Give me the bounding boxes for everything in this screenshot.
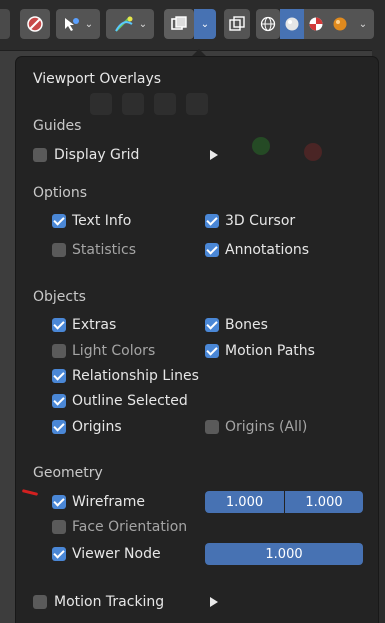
chevron-down-icon: ⌄ [138, 18, 148, 30]
face-orientation-label: Face Orientation [72, 519, 188, 535]
xray-icon [229, 16, 245, 31]
face-orientation-checkbox[interactable] [52, 520, 66, 534]
motion-tracking-label: Motion Tracking [54, 594, 165, 610]
section-guides: Guides [33, 118, 82, 134]
outline-selected-checkbox[interactable] [52, 394, 66, 408]
wireframe-threshold-field[interactable]: 1.000 [205, 491, 284, 513]
gizmo-dropdown[interactable]: ⌄ [106, 9, 154, 39]
section-objects: Objects [33, 289, 86, 305]
text-info-checkbox[interactable] [52, 214, 66, 228]
bones-label: Bones [225, 317, 268, 333]
gizmo-icon [114, 16, 133, 32]
xray-toggle[interactable] [224, 9, 250, 39]
outline-selected-label: Outline Selected [72, 393, 188, 409]
overlays-icon [171, 16, 187, 30]
wireframe-opacity-field[interactable]: 1.000 [285, 491, 363, 513]
display-grid-checkbox[interactable] [33, 148, 47, 162]
ghost-camera-icon [122, 93, 144, 115]
viewport-overlays-popover: Viewport Overlays Guides Display Grid Op… [16, 57, 378, 623]
annotations-checkbox[interactable] [205, 243, 219, 257]
select-tool-icon [64, 18, 79, 31]
viewport-header: ⌄ ⌄ ⌄ ⌄ [0, 0, 385, 51]
popover-title: Viewport Overlays [33, 71, 162, 87]
select-tool-dropdown[interactable]: ⌄ [56, 9, 100, 39]
expand-arrow-icon[interactable] [210, 150, 218, 160]
shading-solid-icon [285, 17, 299, 31]
ghost-hand-icon [154, 93, 176, 115]
shading-rendered-button[interactable] [328, 9, 352, 39]
wireframe-label: Wireframe [72, 494, 146, 510]
motion-tracking-checkbox[interactable] [33, 595, 47, 609]
stop-icon [27, 16, 43, 32]
light-colors-label: Light Colors [72, 343, 156, 359]
motion-paths-checkbox[interactable] [205, 344, 219, 358]
section-geometry: Geometry [33, 465, 103, 481]
relationship-lines-checkbox[interactable] [52, 369, 66, 383]
viewer-node-opacity-field[interactable]: 1.000 [205, 543, 363, 565]
annotations-label: Annotations [225, 242, 310, 258]
section-options: Options [33, 185, 88, 201]
origins-all-label: Origins (All) [225, 419, 308, 435]
shading-wireframe-button[interactable] [256, 9, 280, 39]
shading-rendered-icon [333, 17, 347, 31]
origins-all-checkbox[interactable] [205, 420, 219, 434]
overlays-dropdown[interactable]: ⌄ [194, 9, 216, 39]
display-grid-label: Display Grid [54, 147, 140, 163]
stop-button[interactable] [20, 9, 50, 39]
shading-material-icon [309, 17, 323, 31]
shading-solid-button[interactable] [280, 9, 304, 39]
expand-arrow-icon[interactable] [210, 597, 218, 607]
relationship-lines-label: Relationship Lines [72, 368, 199, 384]
light-colors-checkbox[interactable] [52, 344, 66, 358]
3d-cursor-label: 3D Cursor [225, 213, 296, 229]
motion-paths-label: Motion Paths [225, 343, 315, 359]
header-edge-button[interactable] [0, 9, 10, 39]
chevron-down-icon: ⌄ [84, 18, 94, 30]
ghost-gizmo-x [304, 143, 322, 161]
ghost-grid-icon [90, 93, 112, 115]
3d-cursor-checkbox[interactable] [205, 214, 219, 228]
ghost-gizmo-y [252, 137, 270, 155]
statistics-label: Statistics [72, 242, 136, 258]
ghost-zoom-icon [186, 93, 208, 115]
statistics-checkbox[interactable] [52, 243, 66, 257]
origins-label: Origins [72, 419, 122, 435]
shading-material-button[interactable] [304, 9, 328, 39]
extras-checkbox[interactable] [52, 318, 66, 332]
text-info-label: Text Info [72, 213, 132, 229]
viewer-node-checkbox[interactable] [52, 547, 66, 561]
shading-dropdown[interactable]: ⌄ [352, 9, 374, 39]
origins-checkbox[interactable] [52, 420, 66, 434]
chevron-down-icon: ⌄ [200, 18, 210, 30]
viewer-node-label: Viewer Node [72, 546, 161, 562]
wireframe-checkbox[interactable] [52, 495, 66, 509]
chevron-down-icon: ⌄ [358, 18, 368, 30]
bones-checkbox[interactable] [205, 318, 219, 332]
extras-label: Extras [72, 317, 117, 333]
shading-wireframe-icon [260, 16, 276, 32]
overlays-toggle[interactable] [164, 9, 194, 39]
